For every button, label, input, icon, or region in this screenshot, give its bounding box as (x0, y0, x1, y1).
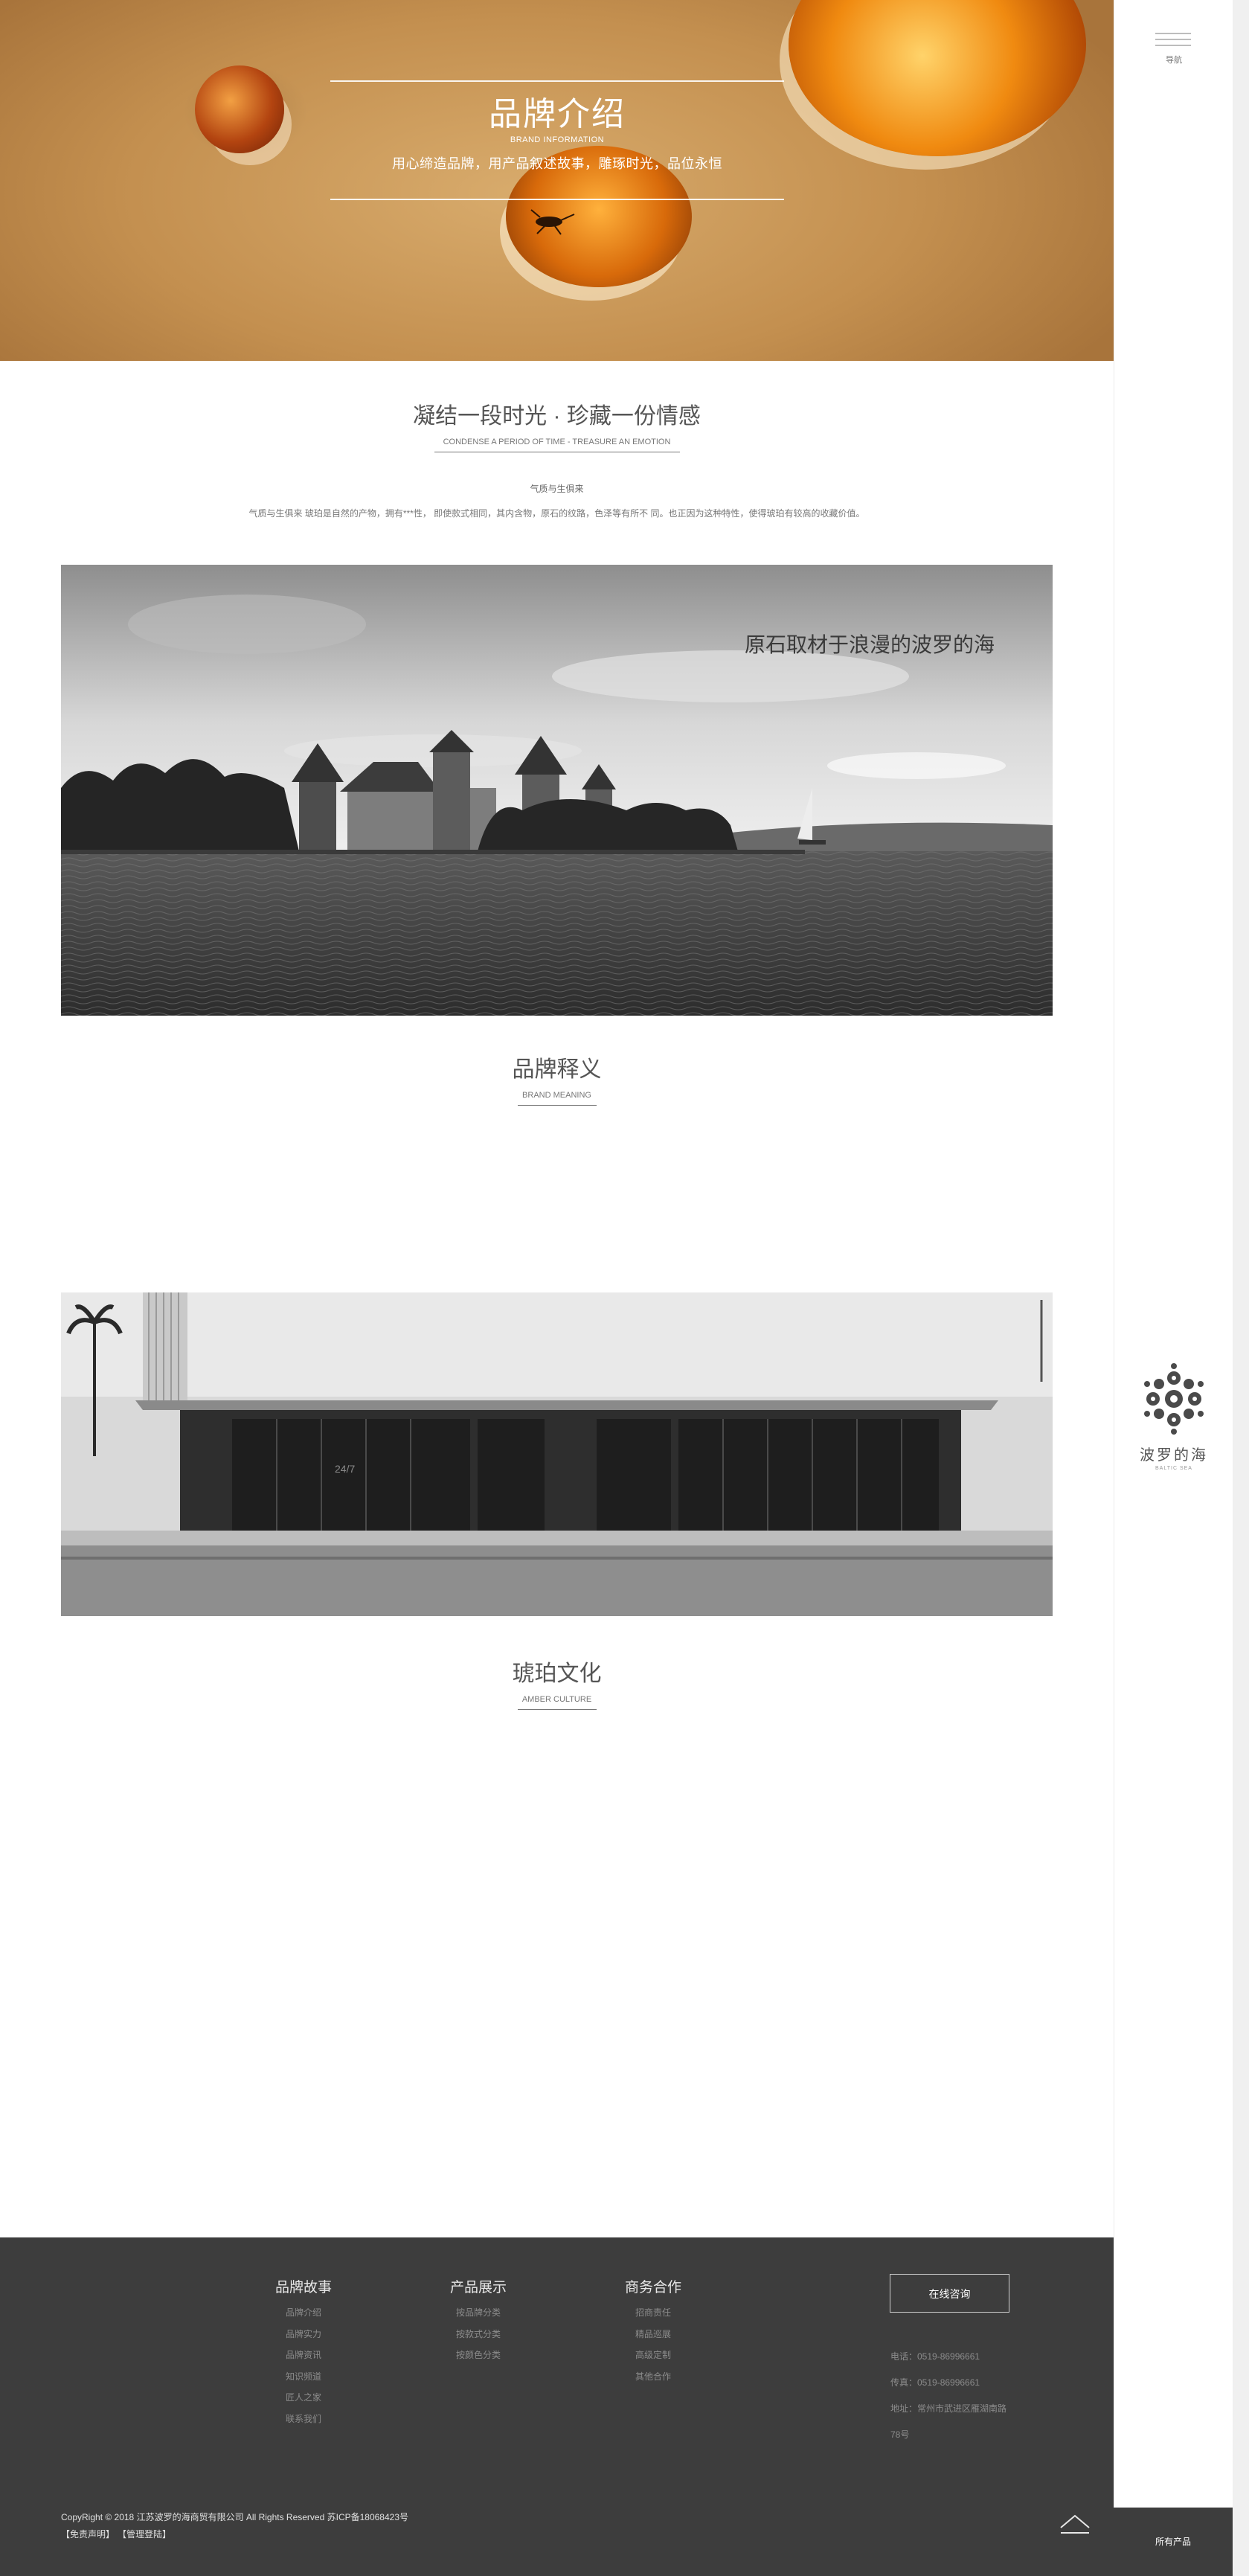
contact-info: 电话：0519-86996661 传真：0519-86996661 地址：常州市… (890, 2344, 1039, 2448)
footer-link[interactable]: 品牌介绍 (266, 2302, 341, 2324)
right-sidebar: 导航 波罗的海 BALTIC SEA (1114, 0, 1233, 2576)
hero-slogan: 用心缔造品牌，用产品叙述故事，雕琢时光，品位永恒 (392, 156, 722, 171)
online-consult-button[interactable]: 在线咨询 (890, 2274, 1009, 2313)
footer-column-business: 商务合作 招商责任 精品巡展 高级定制 其他合作 (616, 2276, 690, 2387)
contact-address-cont: 78号 (890, 2429, 910, 2440)
intro-text: 气质与生俱来 琥珀是自然的产物，拥有***性， 即使款式相同，其内含物，原石的纹… (248, 508, 865, 519)
hero-title: 品牌介绍 (489, 96, 626, 132)
footer-link[interactable]: 招商责任 (616, 2302, 690, 2324)
footer-link[interactable]: 品牌资讯 (266, 2345, 341, 2366)
footer-column-products: 产品展示 按品牌分类 按款式分类 按颜色分类 (441, 2276, 516, 2366)
main-content: 品牌介绍 BRAND INFORMATION 用心缔造品牌，用产品叙述故事，雕琢… (0, 0, 1114, 2576)
admin-login-link[interactable]: 【管理登陆】 (122, 2529, 171, 2540)
footer-link[interactable]: 其他合作 (616, 2366, 690, 2388)
footer-link[interactable]: 高级定制 (616, 2345, 690, 2366)
sidebar-edge (1233, 0, 1249, 2576)
amber-culture-subtitle: AMBER CULTURE (521, 1695, 592, 1704)
photo-caption: 原石取材于浪漫的波罗的海 (744, 633, 995, 656)
all-products-button[interactable]: 所有产品 (1114, 2508, 1233, 2576)
hero-text-box: 品牌介绍 BRAND INFORMATION 用心缔造品牌，用产品叙述故事，雕琢… (330, 80, 784, 200)
logo-text-cn: 波罗的海 (1140, 1447, 1208, 1464)
floral-logo-icon (1144, 1363, 1204, 1435)
brand-logo[interactable]: 波罗的海 BALTIC SEA (1137, 1362, 1211, 1471)
hero-banner: 品牌介绍 BRAND INFORMATION 用心缔造品牌，用产品叙述故事，雕琢… (0, 0, 1114, 361)
brand-meaning-subtitle: BRAND MEANING (522, 1091, 591, 1100)
footer-link[interactable]: 按颜色分类 (441, 2345, 516, 2366)
heading-underline (517, 1105, 597, 1106)
footer-link[interactable]: 按款式分类 (441, 2324, 516, 2345)
intro-heading: 凝结一段时光 · 珍藏一份情感 CONDENSE A PERIOD OF TIM… (0, 403, 1114, 452)
amber-culture-title: 琥珀文化 (512, 1662, 602, 1686)
amber-stone-image (195, 65, 284, 153)
menu-icon[interactable] (1155, 33, 1191, 51)
footer-column-heading[interactable]: 产品展示 (441, 2276, 516, 2296)
logo-text-en: BALTIC SEA (1155, 1466, 1192, 1471)
footer-column-heading[interactable]: 商务合作 (616, 2276, 690, 2296)
castle-lake-photo: 原石取材于浪漫的波罗的海 (61, 565, 1053, 1016)
footer-link[interactable]: 品牌实力 (266, 2324, 341, 2345)
footer-column-brand-story: 品牌故事 品牌介绍 品牌实力 品牌资讯 知识频道 匠人之家 联系我们 (266, 2276, 341, 2429)
contact-address: 地址：常州市武进区雁湖南路 (890, 2403, 1007, 2414)
footer-column-heading[interactable]: 品牌故事 (266, 2276, 341, 2296)
disclaimer-link[interactable]: 【免责声明】 (61, 2529, 115, 2540)
amber-stone-image (789, 0, 1086, 156)
nav-label[interactable]: 导航 (1114, 54, 1233, 65)
footer-legal-links: 【免责声明】 【管理登陆】 (61, 2528, 179, 2540)
footer-link[interactable]: 按品牌分类 (441, 2302, 516, 2324)
contact-phone: 电话：0519-86996661 (890, 2351, 980, 2362)
contact-fax: 传真：0519-86996661 (890, 2377, 980, 2388)
heading-underline (517, 1709, 597, 1710)
copyright-text: CopyRight © 2018 江苏波罗的海商贸有限公司 All Rights… (61, 2512, 409, 2522)
back-to-top-icon[interactable] (1056, 2508, 1094, 2535)
site-footer: 品牌故事 品牌介绍 品牌实力 品牌资讯 知识频道 匠人之家 联系我们 产品展示 … (0, 2237, 1114, 2576)
footer-link[interactable]: 知识频道 (266, 2366, 341, 2388)
footer-link[interactable]: 精品巡展 (616, 2324, 690, 2345)
insect-inclusion-image (530, 209, 575, 235)
intro-label: 气质与生俱来 (530, 484, 584, 494)
footer-link[interactable]: 匠人之家 (266, 2387, 341, 2409)
store-sign: 24/7 (335, 1463, 355, 1475)
brand-meaning-heading: 品牌释义 BRAND MEANING (0, 1056, 1114, 1106)
footer-link[interactable]: 联系我们 (266, 2409, 341, 2430)
hero-subtitle: BRAND INFORMATION (510, 135, 605, 144)
brand-meaning-title: 品牌释义 (512, 1057, 602, 1082)
intro-title: 凝结一段时光 · 珍藏一份情感 (413, 404, 701, 429)
intro-subtitle: CONDENSE A PERIOD OF TIME - TREASURE AN … (443, 438, 671, 446)
storefront-photo: 24/7 (61, 1292, 1053, 1616)
amber-culture-heading: 琥珀文化 AMBER CULTURE (0, 1660, 1114, 1710)
